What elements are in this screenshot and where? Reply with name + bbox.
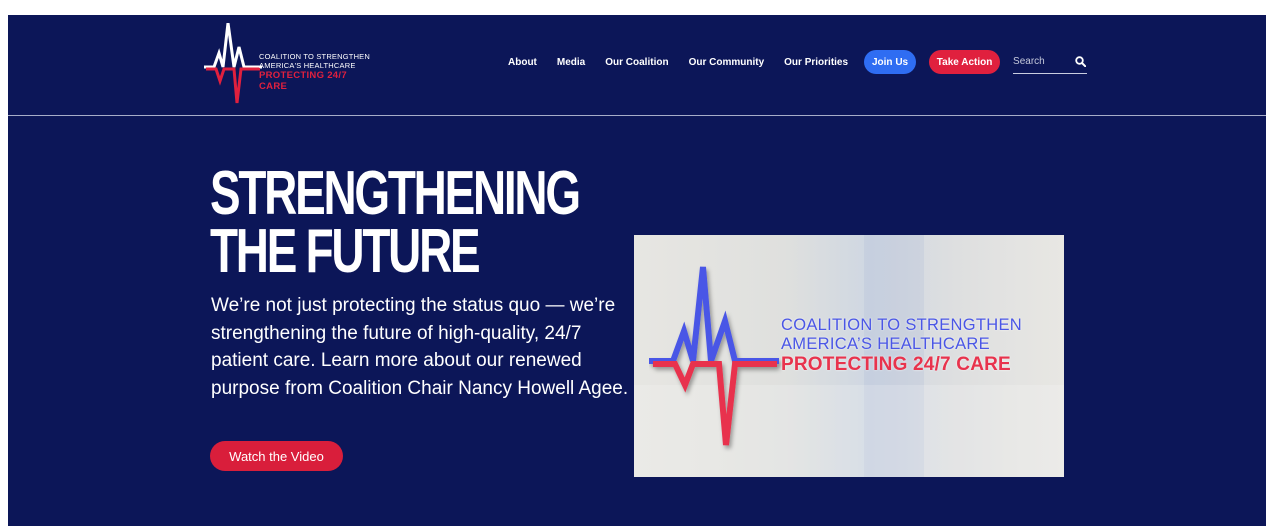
- logo-wordmark: COALITION TO STRENGTHEN AMERICA'S HEALTH…: [259, 52, 374, 92]
- main-nav: About Media Our Coalition Our Community …: [508, 50, 1088, 74]
- site-logo[interactable]: COALITION TO STRENGTHEN AMERICA'S HEALTH…: [204, 23, 374, 105]
- hero-description: We’re not just protecting the status quo…: [211, 295, 629, 399]
- logo-line-2: AMERICA'S HEALTHCARE: [259, 61, 356, 70]
- page: COALITION TO STRENGTHEN AMERICA'S HEALTH…: [8, 15, 1266, 526]
- logo-line-3: PROTECTING 24/7 CARE: [259, 70, 347, 92]
- take-action-button[interactable]: Take Action: [929, 50, 1001, 74]
- watch-video-button[interactable]: Watch the Video: [210, 441, 343, 471]
- join-us-button[interactable]: Join Us: [864, 50, 917, 74]
- video-wordmark: COALITION TO STRENGTHEN AMERICA’S HEALTH…: [781, 316, 1022, 376]
- hero-headline-line-1: STRENGTHENING: [210, 159, 581, 228]
- video-line-3: PROTECTING 24/7 CARE: [781, 354, 1011, 375]
- hero-headline: STRENGTHENING THE FUTURE: [210, 159, 581, 286]
- nav-item-about[interactable]: About: [508, 57, 537, 68]
- video-thumbnail[interactable]: COALITION TO STRENGTHEN AMERICA’S HEALTH…: [634, 235, 1064, 477]
- hero-headline-line-2: THE FUTURE: [210, 217, 481, 286]
- logo-line-1: COALITION TO STRENGTHEN: [259, 52, 371, 61]
- site-header: COALITION TO STRENGTHEN AMERICA'S HEALTH…: [8, 15, 1266, 116]
- nav-item-our-priorities[interactable]: Our Priorities: [784, 57, 848, 68]
- heartbeat-pulse-icon: [649, 266, 779, 446]
- nav-item-our-coalition[interactable]: Our Coalition: [605, 57, 668, 68]
- search-input[interactable]: [1013, 52, 1070, 70]
- nav-item-our-community[interactable]: Our Community: [689, 57, 765, 68]
- nav-item-media[interactable]: Media: [557, 57, 585, 68]
- video-line-1: COALITION TO STRENGTHEN: [781, 316, 1022, 334]
- heartbeat-pulse-icon: [204, 23, 262, 104]
- search-icon[interactable]: [1075, 56, 1087, 67]
- search-box: [1013, 50, 1088, 74]
- video-line-2: AMERICA’S HEALTHCARE: [781, 335, 990, 353]
